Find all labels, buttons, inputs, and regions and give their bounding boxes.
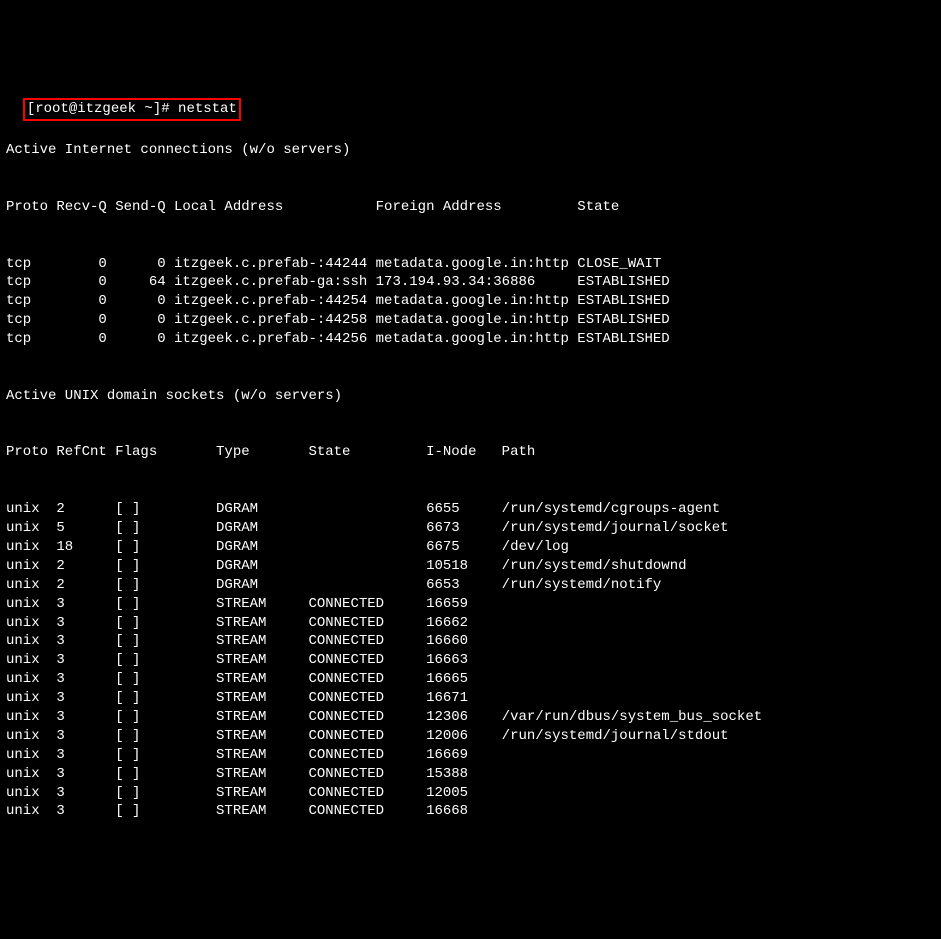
unix-row: unix 3 [ ] STREAM CONNECTED 16669 — [6, 746, 935, 765]
inet-row: tcp 0 64 itzgeek.c.prefab-ga:ssh 173.194… — [6, 273, 935, 292]
unix-row: unix 18 [ ] DGRAM 6675 /dev/log — [6, 538, 935, 557]
unix-row: unix 3 [ ] STREAM CONNECTED 15388 — [6, 765, 935, 784]
inet-rows-container: tcp 0 0 itzgeek.c.prefab-:44244 metadata… — [6, 255, 935, 349]
inet-row: tcp 0 0 itzgeek.c.prefab-:44258 metadata… — [6, 311, 935, 330]
command-prompt: [root@itzgeek ~]# netstat — [27, 101, 237, 117]
unix-row: unix 2 [ ] DGRAM 6655 /run/systemd/cgrou… — [6, 500, 935, 519]
inet-row: tcp 0 0 itzgeek.c.prefab-:44256 metadata… — [6, 330, 935, 349]
unix-row: unix 3 [ ] STREAM CONNECTED 16668 — [6, 802, 935, 821]
inet-row: tcp 0 0 itzgeek.c.prefab-:44254 metadata… — [6, 292, 935, 311]
unix-row: unix 3 [ ] STREAM CONNECTED 16662 — [6, 614, 935, 633]
unix-row: unix 2 [ ] DGRAM 6653 /run/systemd/notif… — [6, 576, 935, 595]
inet-row: tcp 0 0 itzgeek.c.prefab-:44244 metadata… — [6, 255, 935, 274]
section-header-inet: Active Internet connections (w/o servers… — [6, 141, 935, 160]
unix-column-headers: Proto RefCnt Flags Type State I-Node Pat… — [6, 443, 935, 462]
unix-row: unix 3 [ ] STREAM CONNECTED 12005 — [6, 784, 935, 803]
unix-row: unix 3 [ ] STREAM CONNECTED 12306 /var/r… — [6, 708, 935, 727]
section-header-unix: Active UNIX domain sockets (w/o servers) — [6, 387, 935, 406]
unix-row: unix 3 [ ] STREAM CONNECTED 16659 — [6, 595, 935, 614]
unix-row: unix 2 [ ] DGRAM 10518 /run/systemd/shut… — [6, 557, 935, 576]
command-prompt-highlight: [root@itzgeek ~]# netstat — [23, 98, 241, 121]
unix-row: unix 5 [ ] DGRAM 6673 /run/systemd/journ… — [6, 519, 935, 538]
unix-row: unix 3 [ ] STREAM CONNECTED 12006 /run/s… — [6, 727, 935, 746]
unix-row: unix 3 [ ] STREAM CONNECTED 16671 — [6, 689, 935, 708]
terminal-output: [root@itzgeek ~]# netstat Active Interne… — [6, 80, 935, 841]
unix-row: unix 3 [ ] STREAM CONNECTED 16660 — [6, 632, 935, 651]
unix-row: unix 3 [ ] STREAM CONNECTED 16663 — [6, 651, 935, 670]
inet-column-headers: Proto Recv-Q Send-Q Local Address Foreig… — [6, 198, 935, 217]
unix-rows-container: unix 2 [ ] DGRAM 6655 /run/systemd/cgrou… — [6, 500, 935, 821]
unix-row: unix 3 [ ] STREAM CONNECTED 16665 — [6, 670, 935, 689]
